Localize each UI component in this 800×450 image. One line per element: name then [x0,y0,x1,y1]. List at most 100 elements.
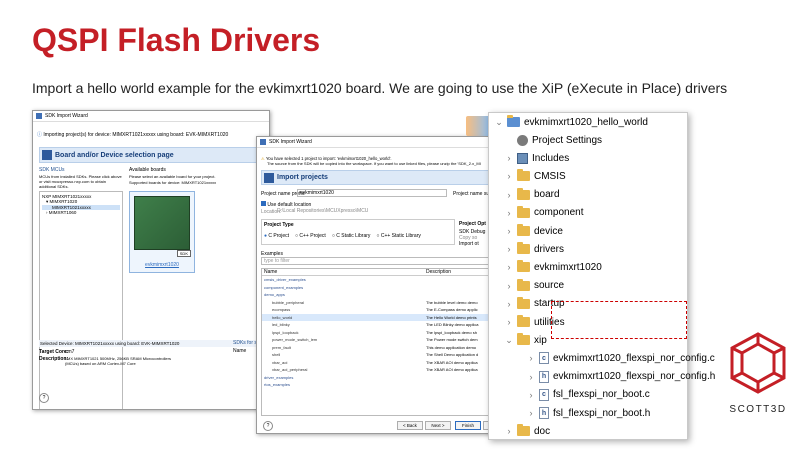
folder-icon [517,187,530,200]
table-row[interactable]: rtos_examples [262,381,508,389]
table-row[interactable]: led_blinky The LED Blinky demo applica [262,321,508,329]
board-name[interactable]: evkmimxrt1020 [130,262,194,268]
examples-rows: cmsis_driver_examples component_examples d… [262,276,508,389]
table-row[interactable]: xbar_aoi_peripheral The XBAR AOI demo app… [262,366,508,374]
tree-item[interactable]: › evkmimxrt1020 [505,258,602,276]
chevron-right-icon[interactable]: › [505,153,513,163]
chevron-right-icon[interactable]: › [505,317,513,327]
example-name: component_examples [264,284,304,290]
back-button[interactable]: < Back [397,421,423,430]
example-name: power_mode_switch_lem [272,337,318,343]
help-button[interactable]: ? [39,393,49,403]
tree-item[interactable]: › c fsl_flexspi_nor_boot.c [527,386,650,404]
table-row[interactable]: cmsis_driver_examples [262,276,508,284]
finish-button[interactable]: Finish [455,421,481,430]
tree-item[interactable]: › CMSIS [505,167,566,185]
example-name: prem_fault [272,344,291,350]
app-icon [260,139,266,145]
slide-title: QSPI Flash Drivers [32,22,321,58]
table-row[interactable]: bubble_peripheral The bubble level demo d… [262,299,508,307]
tree-item-label: fsl_flexspi_nor_boot.c [553,389,650,401]
chevron-right-icon[interactable]: › [505,244,513,254]
tree-item[interactable]: › c evkmimxrt1020_flexspi_nor_config.c [527,349,715,367]
table-row[interactable]: hello_world The Hello World demo prints [262,313,508,321]
table-row[interactable]: shell The Shell Demo application d [262,351,508,359]
tree-item[interactable]: › drivers [505,240,564,258]
tree-item-label: doc [534,425,551,437]
chevron-right-icon[interactable]: › [505,190,513,200]
chevron-right-icon[interactable]: › [505,262,513,272]
chevron-right-icon[interactable]: › [505,299,513,309]
table-row[interactable]: lpspi_loopback The lpspi_loopback demo sh [262,329,508,337]
scott3d-logo: SCOTT3D [729,332,786,415]
table-row[interactable]: demo_apps [262,291,508,299]
tree-item[interactable]: › device [505,222,563,240]
sdk-hint: MCUs from installed SDKs. Please click a… [39,174,122,189]
tree-item-label: Includes [532,152,570,164]
import-other[interactable]: Import ot [459,241,479,247]
sdk-mcus-tab[interactable]: SDK MCUs [39,167,65,173]
project-options-label: Project Opt [459,221,486,227]
c-file-icon: c [539,352,549,365]
chevron-right-icon[interactable]: › [505,426,513,436]
c-file-icon: c [539,388,549,401]
table-header: Name Description [262,269,508,276]
table-row[interactable]: ecompass The E-Compass demo applic [262,306,508,314]
slide-subtitle: Import a hello world example for the evk… [32,80,728,96]
tree-item[interactable]: › component [505,204,583,222]
tree-item[interactable]: › h evkmimxrt1020_flexspi_nor_config.h [527,368,715,386]
chevron-down-icon[interactable]: ⌄ [505,335,513,346]
chevron-right-icon[interactable]: › [505,171,513,181]
chevron-down-icon: ⌄ [495,116,503,127]
table-row[interactable]: xbar_aoi The XBAR AOI demo applica [262,359,508,367]
table-row[interactable]: driver_examples [262,374,508,382]
tree-item[interactable]: › board [505,186,560,204]
table-row[interactable]: prem_fault This demo application demo [262,344,508,352]
folder-icon [517,315,530,327]
table-row[interactable]: component_examples [262,284,508,292]
example-name: lpspi_loopback [272,329,299,335]
chevron-right-icon[interactable]: › [527,390,535,400]
example-name: cmsis_driver_examples [264,277,306,283]
chevron-right-icon[interactable]: › [527,353,535,363]
tree-item-label: board [534,189,560,201]
chevron-right-icon[interactable]: › [505,281,513,291]
target-core: cm7 [65,349,75,355]
example-name: shell [272,352,281,358]
tree-item[interactable]: › Includes [505,149,569,167]
device-tree[interactable]: NXP MIMXRT1021xxxxx ▾ MIMXRT1020 MIMXRT1… [39,191,123,409]
chevron-right-icon[interactable]: › [505,208,513,218]
chevron-right-icon[interactable]: › [527,408,535,418]
radio-c-project[interactable]: ● C Project [264,233,289,239]
tree-item-label: fsl_flexspi_nor_boot.h [553,407,651,419]
page-heading-bar: Board and/or Device selection page [39,147,265,163]
radio-cpp-project[interactable]: ○ C++ Project [295,233,326,239]
filter-input[interactable]: type to filter [261,257,509,265]
example-description: The XBAR AOI demo applica [426,359,478,365]
chevron-right-icon[interactable]: › [527,372,535,382]
location-input[interactable]: D:\Local Repositories\MCUXpresso\MCU [277,208,417,215]
xip-highlight-box [551,301,687,339]
tree-item[interactable]: › doc [505,422,550,440]
tree-item[interactable]: › source [505,277,564,295]
chevron-right-icon[interactable]: › [505,226,513,236]
board-card[interactable]: SDK evkmimxrt1020 [129,191,195,273]
tree-root[interactable]: ⌄ evkmimxrt1020_hello_world [495,113,648,131]
next-button[interactable]: Next > [425,421,451,430]
table-row[interactable]: power_mode_switch_lem The Power mode swit… [262,336,508,344]
tree-item[interactable]: › h fsl_flexspi_nor_boot.h [527,404,650,422]
tree-item[interactable]: › MIMXRT1060 [42,210,120,215]
radio-cpp-static[interactable]: ○ C++ Static Library [376,233,420,239]
tree-item[interactable]: Project Settings [505,131,602,149]
example-description: The XBAR AOI demo applica [426,367,478,373]
tree-item[interactable]: ⌄ xip [505,331,547,349]
help-button[interactable]: ? [263,421,273,431]
prefix-input[interactable]: evkmimxrt1020 [297,189,447,197]
available-boards-tab[interactable]: Available boards [129,167,166,173]
examples-table[interactable]: Name Description cmsis_driver_examples co… [261,268,509,416]
radio-c-static[interactable]: ○ C Static Library [332,233,371,239]
use-default-checkbox[interactable]: Use default location [261,201,311,208]
example-description: The Hello World demo prints [426,314,477,320]
tree-item-label: evkmimxrt1020_flexspi_nor_config.h [553,371,716,383]
tree-item-label: Project Settings [532,134,603,146]
